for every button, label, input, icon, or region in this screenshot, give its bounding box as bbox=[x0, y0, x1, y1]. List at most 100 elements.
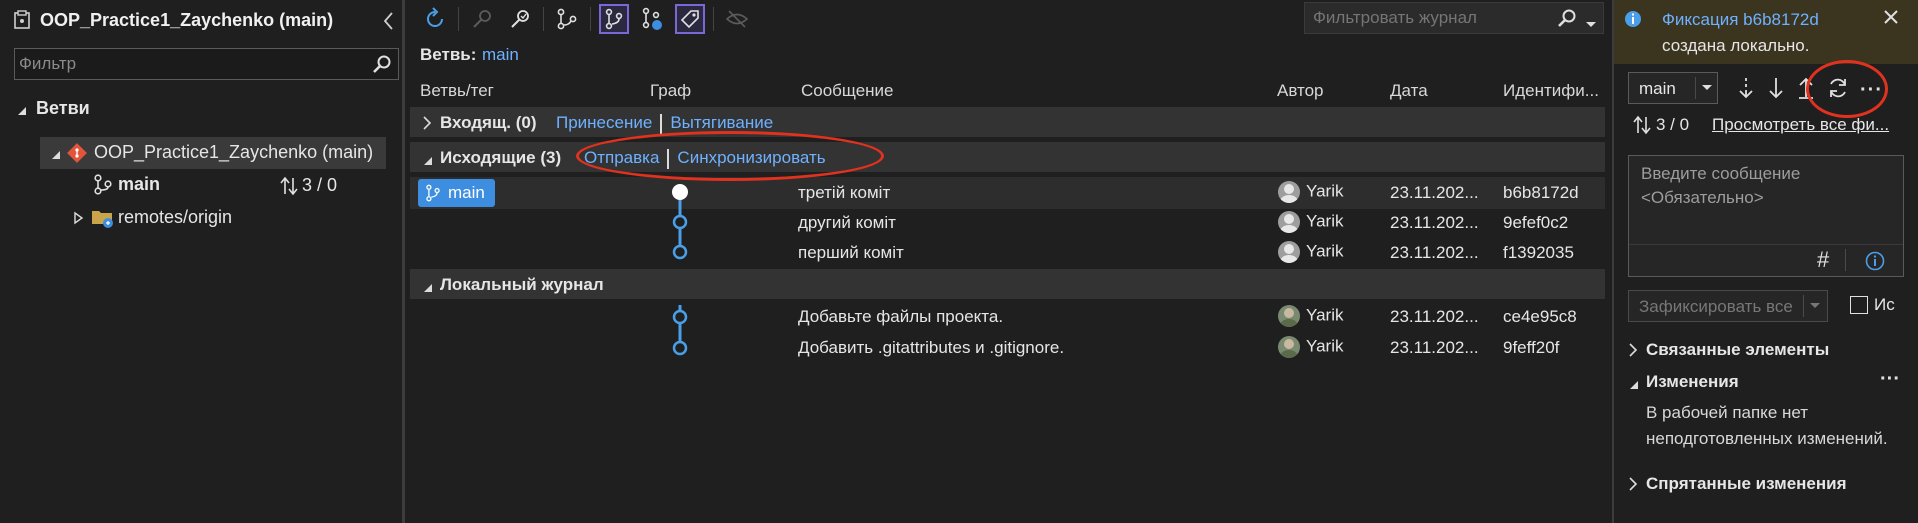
search-icon[interactable] bbox=[372, 54, 392, 79]
user-avatar: Yarik bbox=[1278, 181, 1343, 203]
branch-value[interactable]: main bbox=[482, 45, 519, 65]
branches-section-label: Ветви bbox=[36, 98, 90, 118]
column-author[interactable]: Автор bbox=[1277, 81, 1324, 101]
sync-link[interactable]: Синхронизировать bbox=[677, 148, 825, 167]
sync-icon bbox=[1830, 78, 1846, 98]
amend-checkbox[interactable] bbox=[1850, 296, 1868, 314]
pull-button[interactable] bbox=[1766, 76, 1786, 105]
commit-row[interactable]: Добавьте файлы проекта. Yarik 23.11.202.… bbox=[410, 302, 1605, 332]
changes-section[interactable]: Изменения bbox=[1646, 372, 1739, 392]
collapse-panel-icon[interactable] bbox=[382, 10, 396, 37]
commit-date: 23.11.202... bbox=[1390, 307, 1479, 326]
compare-branches-button[interactable] bbox=[552, 4, 582, 34]
fetch-button[interactable] bbox=[1736, 76, 1756, 105]
commit-message-input[interactable]: Введите сообщение <Обязательно> # bbox=[1628, 155, 1904, 277]
search-icon[interactable] bbox=[1557, 8, 1577, 33]
refresh-button[interactable] bbox=[420, 4, 450, 34]
show-remote-branches-toggle[interactable] bbox=[637, 4, 667, 34]
push-icon bbox=[1799, 77, 1813, 99]
separator bbox=[667, 148, 670, 169]
chevron-down-icon[interactable] bbox=[1695, 77, 1717, 99]
history-grid-header: Ветвь/тег Граф Сообщение Автор Дата Иден… bbox=[410, 76, 1605, 106]
close-icon[interactable] bbox=[1882, 8, 1900, 31]
expand-triangle-icon[interactable] bbox=[16, 102, 28, 122]
chevron-down-icon[interactable] bbox=[1585, 14, 1597, 34]
search-commit-button[interactable] bbox=[505, 4, 535, 34]
column-date[interactable]: Дата bbox=[1390, 81, 1428, 101]
magnifier-icon bbox=[511, 10, 529, 28]
user-avatar: Yarik bbox=[1278, 305, 1343, 327]
collapsed-triangle-icon[interactable] bbox=[1628, 342, 1638, 362]
branch-selector[interactable]: main bbox=[1628, 72, 1718, 104]
local-history-section[interactable]: Локальный журнал bbox=[410, 269, 1605, 299]
user-avatar: Yarik bbox=[1278, 241, 1343, 263]
expand-triangle-icon[interactable] bbox=[1628, 376, 1640, 396]
commit-row[interactable]: третій коміт Yarik 23.11.202... b6b8172d bbox=[410, 178, 1605, 208]
more-options-icon[interactable]: ··· bbox=[1880, 368, 1900, 391]
incoming-section[interactable]: Входящ. (0) Принесение Вытягивание bbox=[410, 107, 1605, 137]
column-id[interactable]: Идентифи... bbox=[1503, 81, 1599, 101]
branch-filter[interactable] bbox=[14, 48, 399, 80]
repo-name: OOP_Practice1_Zaychenko (main) bbox=[94, 142, 374, 162]
history-filter[interactable] bbox=[1304, 2, 1604, 34]
column-graph[interactable]: Граф bbox=[650, 81, 691, 101]
separator bbox=[1845, 249, 1846, 271]
commit-id: b6b8172d bbox=[1503, 183, 1579, 202]
amend-label: Ис bbox=[1874, 295, 1895, 314]
view-all-commits-link[interactable]: Просмотреть все фи... bbox=[1712, 115, 1889, 135]
commit-all-button[interactable]: Зафиксировать все bbox=[1628, 290, 1828, 322]
separator bbox=[660, 113, 663, 134]
info-icon[interactable] bbox=[1865, 251, 1885, 276]
user-avatar: Yarik bbox=[1278, 211, 1343, 233]
expand-triangle-icon[interactable] bbox=[50, 146, 62, 166]
column-message[interactable]: Сообщение bbox=[801, 81, 894, 101]
branches-panel: OOP_Practice1_Zaychenko (main) Ветви OOP… bbox=[0, 0, 405, 523]
search-commit-icon bbox=[473, 10, 491, 28]
info-icon bbox=[1624, 10, 1642, 33]
git-repo-icon bbox=[66, 142, 88, 169]
collapsed-triangle-icon[interactable] bbox=[422, 115, 432, 135]
push-button[interactable] bbox=[1796, 76, 1816, 105]
column-branch[interactable]: Ветвь/тег bbox=[420, 81, 494, 101]
stashes-section[interactable]: Спрятанные изменения bbox=[1646, 474, 1847, 494]
sync-button[interactable] bbox=[1826, 76, 1850, 105]
search-commit-disabled-button[interactable] bbox=[467, 4, 497, 34]
expand-triangle-icon[interactable] bbox=[422, 152, 434, 172]
collapsed-triangle-icon[interactable] bbox=[1628, 476, 1638, 496]
fetch-link[interactable]: Принесение bbox=[556, 113, 652, 132]
history-filter-input[interactable] bbox=[1305, 3, 1545, 33]
commit-row[interactable]: Добавить .gitattributes и .gitignore. Ya… bbox=[410, 333, 1605, 363]
branch-filter-input[interactable] bbox=[15, 49, 355, 79]
chevron-down-icon[interactable] bbox=[1803, 295, 1825, 317]
refresh-icon bbox=[427, 7, 443, 27]
expand-triangle-icon[interactable] bbox=[422, 279, 434, 299]
changes-empty-text: В рабочей папке нет неподготовленных изм… bbox=[1646, 403, 1888, 448]
linked-items-section[interactable]: Связанные элементы bbox=[1646, 340, 1829, 360]
commit-row[interactable]: перший коміт Yarik 23.11.202... f1392035 bbox=[410, 238, 1605, 268]
pull-link[interactable]: Вытягивание bbox=[670, 113, 773, 132]
commit-row[interactable]: другий коміт Yarik 23.11.202... 9efef0c2 bbox=[410, 208, 1605, 238]
push-link[interactable]: Отправка bbox=[584, 148, 659, 167]
incoming-label: Входящ. (0) bbox=[440, 113, 537, 132]
notification-title[interactable]: Фиксация b6b8172d bbox=[1662, 10, 1819, 30]
message-box-toolbar: # bbox=[1629, 244, 1903, 276]
show-local-branches-toggle[interactable] bbox=[599, 4, 629, 34]
hash-icon[interactable]: # bbox=[1817, 247, 1829, 273]
history-toolbar bbox=[420, 4, 752, 34]
local-branch-icon bbox=[605, 8, 623, 30]
commit-date: 23.11.202... bbox=[1390, 243, 1479, 262]
show-tags-toggle[interactable] bbox=[675, 4, 705, 34]
commit-message: Добавить .gitattributes и .gitignore. bbox=[798, 338, 1065, 357]
hide-graph-button[interactable] bbox=[722, 4, 752, 34]
remotes-origin[interactable]: remotes/origin bbox=[118, 207, 232, 228]
outgoing-section[interactable]: Исходящие (3) Отправка Синхронизировать bbox=[410, 142, 1605, 172]
more-options-icon[interactable]: ··· bbox=[1860, 79, 1883, 102]
repo-icon bbox=[14, 10, 32, 35]
branch-main[interactable]: main bbox=[118, 174, 160, 195]
tag-icon bbox=[680, 10, 699, 29]
branch-icon bbox=[92, 173, 114, 200]
commit-message-placeholder: Введите сообщение <Обязательно> bbox=[1641, 164, 1801, 207]
collapsed-triangle-icon[interactable] bbox=[72, 210, 84, 230]
git-changes-panel: Фиксация b6b8172d создана локально. main… bbox=[1612, 0, 1918, 523]
outgoing-counts: 3 / 0 bbox=[1656, 115, 1690, 134]
